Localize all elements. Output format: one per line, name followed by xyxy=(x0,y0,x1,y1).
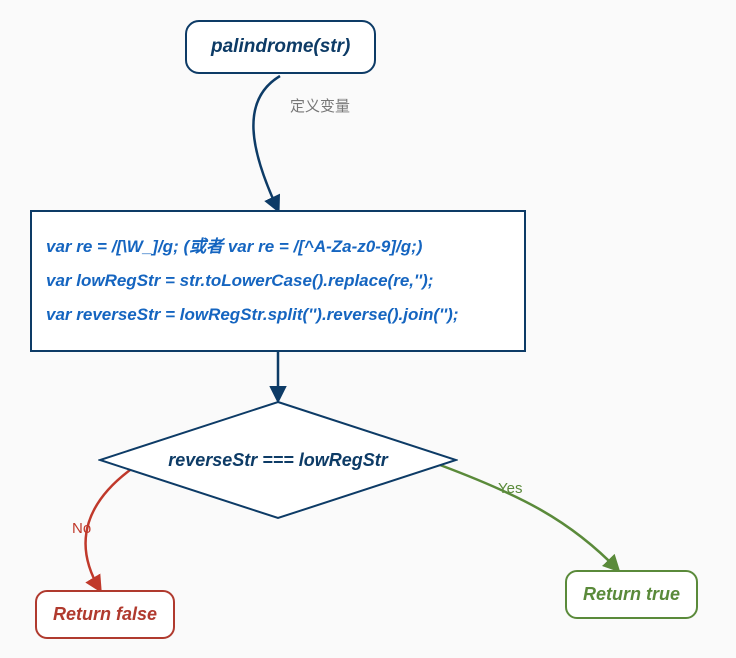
node-process: var re = /[\W_]/g; (或者 var re = /[^A-Za-… xyxy=(30,210,526,352)
return-true-label: Return true xyxy=(583,584,680,604)
return-false-label: Return false xyxy=(53,604,157,624)
start-label: palindrome(str) xyxy=(211,36,350,57)
node-start: palindrome(str) xyxy=(185,20,376,74)
node-return-true: Return true xyxy=(565,570,698,619)
decision-label: reverseStr === lowRegStr xyxy=(168,450,388,471)
process-line-3: var reverseStr = lowRegStr.split('').rev… xyxy=(46,298,510,332)
flowchart-canvas: palindrome(str) 定义变量 var re = /[\W_]/g; … xyxy=(0,0,736,658)
edge-start-process xyxy=(253,76,280,210)
edge-label-yes: Yes xyxy=(498,480,522,497)
process-line-2: var lowRegStr = str.toLowerCase().replac… xyxy=(46,264,510,298)
process-line-1: var re = /[\W_]/g; (或者 var re = /[^A-Za-… xyxy=(46,230,510,264)
edge-decision-true xyxy=(440,465,618,570)
edge-label-define: 定义变量 xyxy=(290,95,350,116)
edge-label-no: No xyxy=(72,520,91,537)
node-decision: reverseStr === lowRegStr xyxy=(98,400,458,520)
node-return-false: Return false xyxy=(35,590,175,639)
